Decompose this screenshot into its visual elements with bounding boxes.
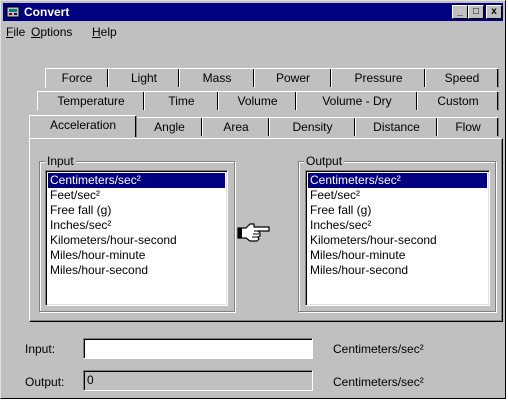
app-icon[interactable] [6,5,20,19]
minimize-button[interactable]: _ [452,5,468,19]
tab-density[interactable]: Density [269,117,356,137]
input-value-field[interactable] [83,338,313,359]
tab-acceleration[interactable]: Acceleration [29,115,137,138]
menu-bar: File Options Help [3,22,503,41]
pointing-hand-icon [237,223,270,242]
tab-temperature[interactable]: Temperature [37,91,145,111]
output-label: Output: [25,375,65,389]
input-unit-display: Centimeters/sec² [333,342,424,356]
maximize-icon: □ [472,6,480,17]
tab-force[interactable]: Force [45,68,109,88]
tab-area[interactable]: Area [202,117,270,137]
title-bar[interactable]: Convert _ □ x [3,3,503,21]
tab-volume[interactable]: Volume [218,91,297,111]
menu-file[interactable]: File [6,25,25,39]
maximize-button[interactable]: □ [468,5,484,19]
output-unit-display: Centimeters/sec² [333,375,424,389]
menu-help[interactable]: Help [92,25,117,39]
menu-options[interactable]: Options [31,25,72,39]
close-icon: x [491,6,497,17]
tab-time[interactable]: Time [144,91,219,111]
tab-distance[interactable]: Distance [355,117,438,137]
tab-volume-dry[interactable]: Volume - Dry [296,91,418,111]
convert-window: Convert _ □ x File Options Help Force Li… [0,0,506,399]
tab-angle[interactable]: Angle [136,117,203,137]
tab-flow[interactable]: Flow [437,117,499,137]
minimize-icon: _ [457,6,463,17]
tab-power[interactable]: Power [254,68,332,88]
tab-speed[interactable]: Speed [425,68,499,88]
input-label: Input: [25,342,56,356]
tab-pressure[interactable]: Pressure [331,68,426,88]
tab-light[interactable]: Light [108,68,180,88]
window-title: Convert [24,5,70,19]
tab-mass[interactable]: Mass [179,68,255,88]
close-button[interactable]: x [486,5,502,19]
tab-custom[interactable]: Custom [417,91,499,111]
output-value-field[interactable]: 0 [83,370,313,391]
